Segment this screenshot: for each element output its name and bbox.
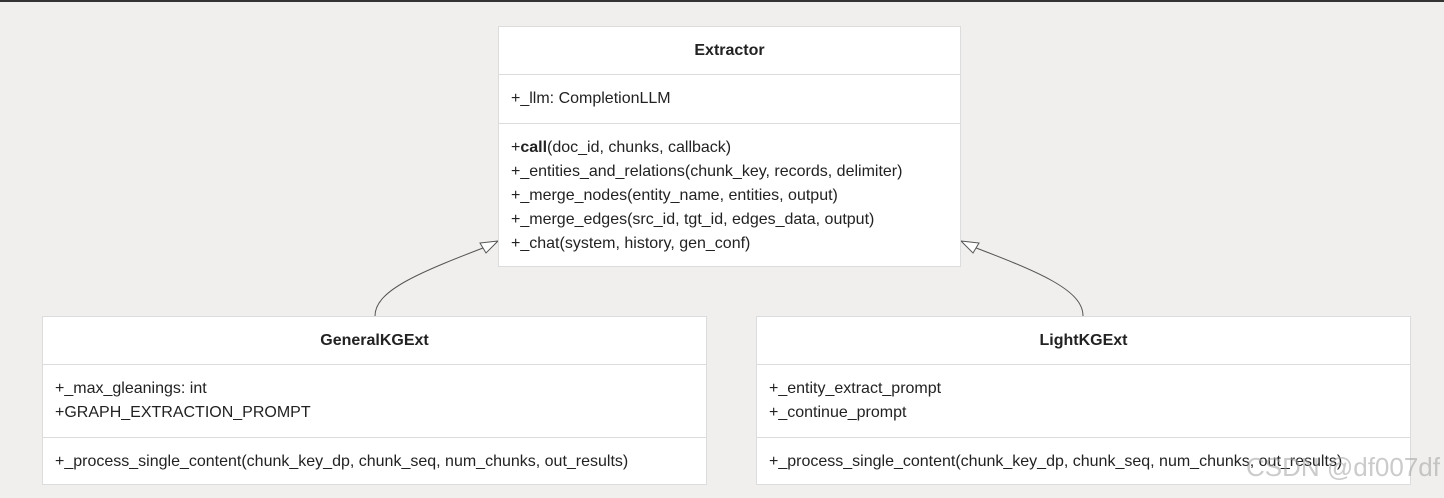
- class-attributes: +_entity_extract_prompt +_continue_promp…: [757, 365, 1410, 438]
- watermark: CSDN @df007df: [1245, 452, 1440, 482]
- attribute: +_continue_prompt: [769, 404, 907, 421]
- method: +_chat(system, history, gen_conf): [511, 235, 751, 252]
- class-methods: +call(doc_id, chunks, callback) +_entiti…: [499, 124, 960, 268]
- general-to-extractor-edge: [374, 242, 497, 317]
- class-title: LightKGExt: [757, 317, 1410, 365]
- general-to-extractor-arrowhead: [479, 240, 500, 254]
- class-attributes: +_max_gleanings: int +GRAPH_EXTRACTION_P…: [43, 365, 706, 438]
- light-to-extractor-edge: [962, 242, 1084, 317]
- attribute: +_llm: CompletionLLM: [511, 90, 671, 107]
- method: +_merge_nodes(entity_name, entities, out…: [511, 187, 838, 204]
- attribute: +GRAPH_EXTRACTION_PROMPT: [55, 404, 311, 421]
- method-visibility: +: [511, 139, 521, 156]
- class-attributes: +_llm: CompletionLLM: [499, 75, 960, 124]
- class-title: Extractor: [499, 27, 960, 75]
- attribute: +_entity_extract_prompt: [769, 380, 942, 397]
- method-params: (doc_id, chunks, callback): [547, 139, 732, 156]
- method: +_entities_and_relations(chunk_key, reco…: [511, 163, 903, 180]
- class-extractor[interactable]: Extractor +_llm: CompletionLLM +call(doc…: [498, 26, 961, 267]
- class-methods: +_process_single_content(chunk_key_dp, c…: [43, 438, 706, 486]
- method: +_process_single_content(chunk_key_dp, c…: [55, 453, 629, 470]
- attribute: +_max_gleanings: int: [55, 380, 207, 397]
- light-to-extractor-arrowhead: [959, 240, 980, 254]
- class-title: GeneralKGExt: [43, 317, 706, 365]
- method: +_merge_edges(src_id, tgt_id, edges_data…: [511, 211, 875, 228]
- method-name: call: [520, 139, 548, 156]
- class-general-kg-ext[interactable]: GeneralKGExt +_max_gleanings: int +GRAPH…: [42, 316, 707, 485]
- method: +call(doc_id, chunks, callback): [511, 136, 948, 160]
